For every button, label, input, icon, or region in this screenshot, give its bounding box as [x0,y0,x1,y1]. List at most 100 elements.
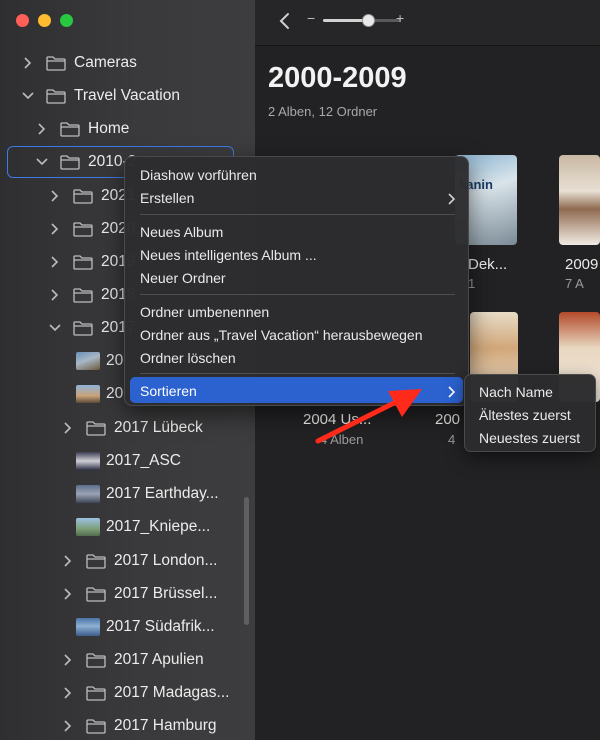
submenu-chevron-icon [448,386,456,398]
sidebar-item-2021[interactable]: 2021 [49,183,135,209]
sidebar-item-2020[interactable]: 2020 [49,216,135,242]
menu-item-ordner-herausbewegen[interactable]: Ordner aus „Travel Vacation“ herausbeweg… [140,327,422,343]
menu-item-neuer-ordner[interactable]: Neuer Ordner [140,270,226,286]
folder-icon [86,421,106,436]
chevron-right-icon[interactable] [49,190,63,202]
chevron-right-icon[interactable] [62,422,76,434]
chevron-down-icon[interactable] [22,91,36,101]
chevron-right-icon[interactable] [62,555,76,567]
sidebar-item-2019[interactable]: 2019 [49,249,135,275]
sidebar-item-album[interactable]: 20 [76,348,123,374]
submenu-item-aeltestes-zuerst[interactable]: Ältestes zuerst [479,407,571,423]
menu-item-ordner-loeschen[interactable]: Ordner löschen [140,350,236,366]
sidebar-item-label: 2017 Hamburg [114,717,217,734]
chevron-down-icon[interactable] [49,323,63,333]
menu-item-diashow[interactable]: Diashow vorführen [140,167,257,183]
sidebar-scrollbar[interactable] [244,497,249,625]
sidebar-item-label: 2017 Südafrik... [106,618,215,635]
chevron-right-icon[interactable] [36,123,50,135]
album-name[interactable]: Dek... [468,256,507,273]
sidebar-item-2017-suedafrika[interactable]: 2017 Südafrik... [76,614,215,640]
folder-icon [46,56,66,71]
sidebar-item-2017-london[interactable]: 2017 London... [62,548,217,574]
page-subtitle: 2 Alben, 12 Ordner [268,104,378,119]
sort-submenu: Nach Name Ältestes zuerst Neuestes zuers… [464,374,596,452]
album-name[interactable]: 2009 [565,256,598,273]
sidebar-item-2017-madagaskar[interactable]: 2017 Madagas... [62,680,229,706]
folder-icon [73,288,93,303]
sidebar-item-album[interactable]: 20 [76,381,123,407]
folder-icon [60,155,80,170]
sidebar-item-2017-earthday[interactable]: 2017 Earthday... [76,481,219,507]
sidebar-item-cameras[interactable]: Cameras [22,50,137,76]
menu-item-neues-album[interactable]: Neues Album [140,224,223,240]
menu-item-sortieren[interactable]: Sortieren [140,383,197,399]
chevron-right-icon[interactable] [49,289,63,301]
album-thumbnail[interactable] [559,155,600,245]
sidebar-item-label: 2017 Lübeck [114,419,203,436]
sidebar-item-label: 2017 Brüssel... [114,585,218,602]
menu-item-ordner-umbenennen[interactable]: Ordner umbenennen [140,304,269,320]
sidebar-item-label: Travel Vacation [74,87,180,104]
album-count: 7 A [565,276,584,291]
close-window-button[interactable] [16,14,29,27]
zoom-slider-knob[interactable] [362,14,375,27]
back-chevron-icon[interactable] [277,11,293,31]
folder-icon [86,686,106,701]
sidebar-item-2017[interactable]: 2017 [49,315,135,341]
submenu-item-neuestes-zuerst[interactable]: Neuestes zuerst [479,430,580,446]
context-menu: Diashow vorführen Erstellen Neues Album … [124,156,469,406]
zoom-out-icon[interactable]: − [307,10,315,26]
album-count: 4 [448,432,456,447]
sidebar-item-2017-bruessel[interactable]: 2017 Brüssel... [62,581,217,607]
sidebar-item-home[interactable]: Home [36,116,129,142]
chevron-right-icon[interactable] [49,223,63,235]
folder-icon [86,587,106,602]
sidebar-item-2017-asc[interactable]: 2017_ASC [76,448,181,474]
chevron-right-icon[interactable] [62,720,76,732]
folder-icon [86,554,106,569]
chevron-right-icon[interactable] [62,654,76,666]
zoom-window-button[interactable] [60,14,73,27]
album-name[interactable]: 2004 Us... [303,411,371,428]
sidebar-item-label: 20 [106,352,124,369]
album-thumbnail [76,618,100,636]
album-thumbnail [76,452,100,470]
album-thumbnail [76,485,100,503]
zoom-in-icon[interactable]: + [396,10,404,26]
folder-icon [86,653,106,668]
album-thumbnail [76,385,100,403]
window-controls [16,14,73,27]
menu-separator [140,294,455,295]
sidebar-item-2017-hamburg[interactable]: 2017 Hamburg [62,713,217,739]
chevron-right-icon[interactable] [62,687,76,699]
sidebar-item-2010-folder[interactable]: 2010-2 [36,149,136,175]
chevron-right-icon[interactable] [22,57,36,69]
menu-item-neues-intelligentes-album[interactable]: Neues intelligentes Album ... [140,247,317,263]
folder-icon [73,321,93,336]
album-name[interactable]: 200 [435,411,460,428]
album-count: 4 Alben [320,432,364,447]
minimize-window-button[interactable] [38,14,51,27]
folder-icon [73,222,93,237]
chevron-right-icon[interactable] [62,588,76,600]
folder-icon [73,255,93,270]
folder-icon [73,189,93,204]
sidebar-item-2017-apulien[interactable]: 2017 Apulien [62,647,204,673]
sidebar-item-label: 2017 London... [114,552,218,569]
menu-item-erstellen[interactable]: Erstellen [140,190,194,206]
zoom-slider[interactable] [323,14,401,27]
submenu-chevron-icon [448,193,456,205]
submenu-item-nach-name[interactable]: Nach Name [479,384,553,400]
toolbar: − + [255,0,600,46]
folder-icon [46,89,66,104]
chevron-down-icon[interactable] [36,157,50,167]
sidebar-item-2017-kniepe[interactable]: 2017_Kniepe... [76,514,210,540]
sidebar-item-2018[interactable]: 2018 [49,282,135,308]
chevron-right-icon[interactable] [49,256,63,268]
album-thumbnail [76,518,100,536]
menu-separator [140,373,455,374]
sidebar-item-travel-vacation[interactable]: Travel Vacation [22,83,180,109]
sidebar-item-label: 2017 Apulien [114,651,204,668]
sidebar-item-2017-luebeck[interactable]: 2017 Lübeck [62,415,203,441]
